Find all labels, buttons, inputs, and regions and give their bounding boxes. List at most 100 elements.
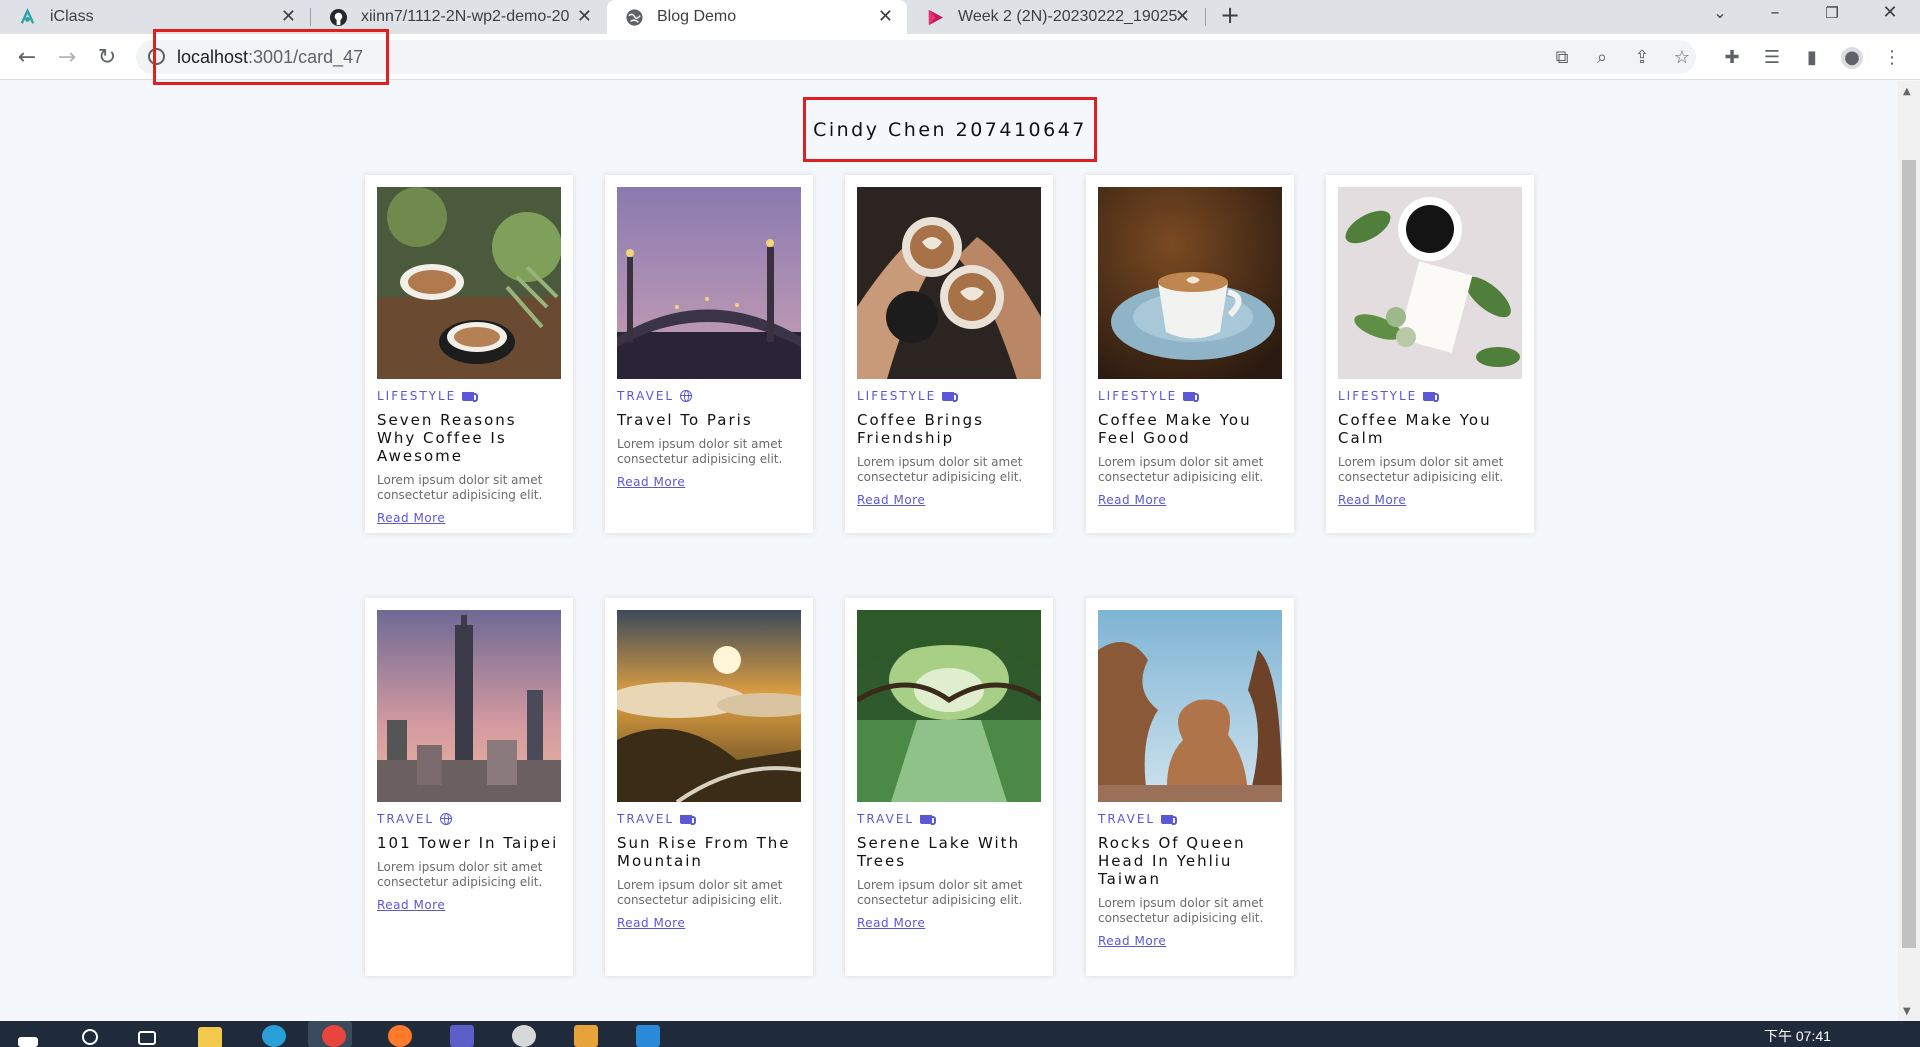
- read-more-link[interactable]: Read More: [857, 493, 925, 507]
- windows-start-icon[interactable]: [18, 1037, 38, 1047]
- read-more-link[interactable]: Read More: [1338, 493, 1406, 507]
- system-clock[interactable]: 下午 07:41: [1764, 1026, 1831, 1046]
- reload-icon[interactable]: ↻: [92, 42, 122, 72]
- coffee-cup-icon: [1161, 814, 1178, 825]
- minimize-icon[interactable]: –: [1755, 0, 1795, 26]
- card-image-latte-cheers: [857, 187, 1041, 379]
- read-more-link[interactable]: Read More: [617, 916, 685, 930]
- teams-icon[interactable]: [450, 1025, 474, 1047]
- chrome-icon[interactable]: [322, 1025, 346, 1047]
- card-image-tree-lake: [855, 610, 1043, 802]
- card-image-coffee-cups: [377, 187, 562, 379]
- share-icon[interactable]: ⇪: [1631, 47, 1653, 69]
- card-description: Lorem ipsum dolor sit amet consectetur a…: [1338, 455, 1504, 484]
- globe-icon: [440, 813, 453, 825]
- card-category: TRAVEL: [617, 812, 801, 826]
- read-more-link[interactable]: Read More: [377, 511, 445, 525]
- tab-title: Week 2 (2N)-20230222_19025: [958, 8, 1178, 25]
- card-title: 101 Tower In Taipei: [377, 834, 559, 852]
- vscode-icon[interactable]: [636, 1025, 660, 1047]
- restore-icon[interactable]: ❐: [1812, 0, 1852, 26]
- app-icon[interactable]: [574, 1025, 598, 1047]
- side-panel-icon[interactable]: ▮: [1801, 47, 1823, 69]
- card-title: Serene Lake With Trees: [857, 834, 1021, 870]
- file-explorer-icon[interactable]: [198, 1027, 222, 1047]
- back-arrow-icon[interactable]: ←: [12, 42, 42, 72]
- card-image-taipei-101: [377, 610, 561, 802]
- read-more-link[interactable]: Read More: [377, 898, 445, 912]
- iclass-favicon-icon: [20, 8, 35, 24]
- task-view-icon[interactable]: [138, 1031, 156, 1045]
- tab-title: xiinn7/1112-2N-wp2-demo-20: [361, 8, 570, 25]
- card-category: TRAVEL: [1098, 812, 1282, 826]
- card-title: Seven Reasons Why Coffee Is Awesome: [377, 411, 517, 465]
- forward-arrow-icon[interactable]: →: [52, 42, 82, 72]
- card-image-queens-head-rock: [1098, 610, 1282, 802]
- read-more-link[interactable]: Read More: [617, 475, 685, 489]
- tab-title: iClass: [50, 8, 94, 25]
- card-image-paris-bridge: [617, 187, 801, 379]
- translate-icon[interactable]: ⧉: [1551, 47, 1573, 69]
- tab-close-icon[interactable]: ✕: [1175, 6, 1190, 27]
- card-title: Coffee Make You Calm: [1338, 411, 1492, 447]
- globe-favicon-icon: [626, 9, 643, 26]
- search-icon[interactable]: [82, 1029, 98, 1045]
- category-label: TRAVEL: [617, 389, 675, 403]
- category-label: LIFESTYLE: [1098, 389, 1178, 403]
- os-taskbar: 下午 07:41: [0, 1021, 1920, 1047]
- read-more-link[interactable]: Read More: [1098, 934, 1166, 948]
- card-category: LIFESTYLE: [377, 389, 561, 403]
- blog-card: TRAVEL Serene Lake With Trees Lorem ipsu…: [845, 598, 1053, 976]
- read-more-link[interactable]: Read More: [1098, 493, 1166, 507]
- app-icon[interactable]: [512, 1025, 536, 1047]
- blog-card: LIFESTYLE Coffee Make You Calm Lorem ips…: [1326, 175, 1534, 533]
- edge-browser-icon[interactable]: [262, 1025, 286, 1047]
- category-label: TRAVEL: [617, 812, 675, 826]
- new-tab-button[interactable]: +: [1220, 1, 1240, 29]
- blog-card: TRAVEL Rocks Of Queen Head In Yehliu Tai…: [1086, 598, 1294, 976]
- category-label: LIFESTYLE: [1338, 389, 1418, 403]
- card-title: Coffee Make You Feel Good: [1098, 411, 1252, 447]
- page-title: Cindy Chen 207410647: [813, 118, 1087, 141]
- tab-close-icon[interactable]: ✕: [577, 6, 592, 27]
- page-title-box: Cindy Chen 207410647: [803, 97, 1097, 162]
- blog-card: TRAVEL Sun Rise From The Mountain Lorem …: [605, 598, 817, 976]
- card-description: Lorem ipsum dolor sit amet consectetur a…: [1098, 896, 1264, 925]
- card-image-coffee-flatlay: [1338, 187, 1522, 379]
- tab-close-icon[interactable]: ✕: [878, 6, 893, 27]
- scroll-up-arrow-icon[interactable]: ▲: [1903, 86, 1911, 97]
- url-highlight-box: [153, 29, 389, 85]
- card-image-mountain-sunrise: [607, 610, 817, 804]
- card-description: Lorem ipsum dolor sit amet consectetur a…: [377, 860, 543, 889]
- card-description: Lorem ipsum dolor sit amet consectetur a…: [617, 878, 783, 907]
- profile-avatar-icon[interactable]: ●: [1841, 47, 1863, 69]
- tab-blog-demo[interactable]: Blog Demo ✕: [607, 0, 907, 34]
- firefox-icon[interactable]: [388, 1025, 412, 1047]
- read-more-link[interactable]: Read More: [857, 916, 925, 930]
- card-title: Coffee Brings Friendship: [857, 411, 984, 447]
- window-close-icon[interactable]: ✕: [1870, 0, 1910, 26]
- card-category: TRAVEL: [857, 812, 1041, 826]
- card-image-coffee-saucer: [1098, 187, 1282, 379]
- extensions-puzzle-icon[interactable]: ✚: [1721, 47, 1743, 69]
- tab-close-icon[interactable]: ✕: [281, 6, 296, 27]
- blog-card: LIFESTYLE Coffee Brings Friendship Lorem…: [845, 175, 1053, 533]
- menu-kebab-icon[interactable]: ⋮: [1881, 47, 1903, 69]
- category-label: LIFESTYLE: [857, 389, 937, 403]
- coffee-cup-icon: [462, 391, 479, 402]
- scroll-down-arrow-icon[interactable]: ▼: [1903, 1006, 1911, 1017]
- tab-search-icon[interactable]: ⌄: [1700, 0, 1740, 26]
- card-category: LIFESTYLE: [1098, 389, 1282, 403]
- reading-list-icon[interactable]: ☰: [1761, 47, 1783, 69]
- scrollbar-thumb[interactable]: [1902, 160, 1916, 948]
- card-description: Lorem ipsum dolor sit amet consectetur a…: [1098, 455, 1264, 484]
- card-category: LIFESTYLE: [857, 389, 1041, 403]
- category-label: TRAVEL: [377, 812, 435, 826]
- zoom-icon[interactable]: ⌕: [1591, 47, 1613, 69]
- tab-title: Blog Demo: [657, 8, 737, 25]
- bookmark-star-icon[interactable]: ☆: [1671, 47, 1693, 69]
- card-description: Lorem ipsum dolor sit amet consectetur a…: [617, 437, 783, 466]
- card-category: LIFESTYLE: [1338, 389, 1522, 403]
- blog-card: LIFESTYLE Seven Reasons Why Coffee Is Aw…: [365, 175, 573, 533]
- tab-week2-video[interactable]: Week 2 (2N)-20230222_19025 ✕: [908, 0, 1204, 34]
